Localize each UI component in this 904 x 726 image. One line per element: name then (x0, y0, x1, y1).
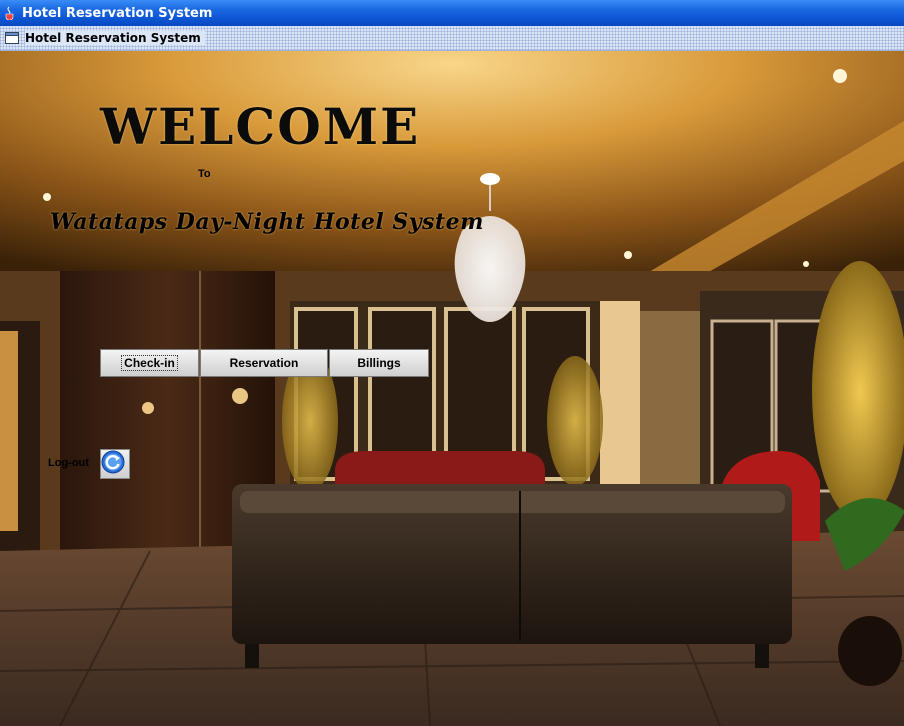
to-label: To (198, 168, 211, 180)
lobby-background: WELCOME To Watataps Day-Night Hotel Syst… (0, 51, 904, 726)
reservation-button[interactable]: Reservation (200, 349, 328, 377)
internal-frame-title: Hotel Reservation System (25, 31, 205, 45)
checkin-button-label: Check-in (121, 355, 178, 371)
welcome-heading: WELCOME (100, 97, 421, 156)
internal-frame-titlebar[interactable]: Hotel Reservation System (0, 26, 904, 51)
main-menu-buttons: Check-in Reservation Billings (100, 349, 430, 379)
reservation-button-label: Reservation (229, 356, 299, 370)
java-cup-icon (5, 6, 14, 20)
logout-label: Log-out (48, 457, 89, 469)
app-window: Hotel Reservation System Hotel Reservati… (0, 0, 904, 726)
window-title: Hotel Reservation System (22, 5, 213, 21)
checkin-button[interactable]: Check-in (100, 349, 199, 377)
hotel-name-heading: Watataps Day-Night Hotel System (50, 209, 484, 235)
refresh-logout-icon (101, 450, 125, 474)
window-titlebar[interactable]: Hotel Reservation System (0, 0, 904, 26)
billings-button-label: Billings (357, 356, 401, 370)
window-icon (5, 32, 19, 44)
logout-button[interactable] (100, 449, 130, 479)
billings-button[interactable]: Billings (329, 349, 429, 377)
